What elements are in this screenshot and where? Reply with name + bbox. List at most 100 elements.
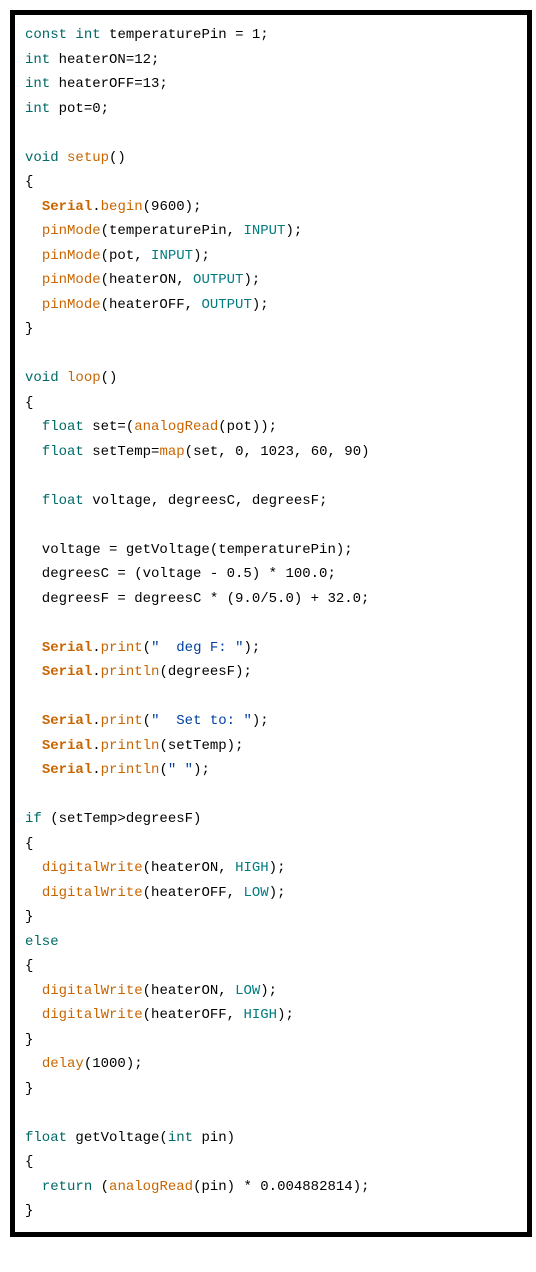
code-token bbox=[25, 248, 42, 264]
code-token: set=( bbox=[84, 419, 134, 435]
code-token: { bbox=[25, 395, 33, 411]
code-line: Serial.println(setTemp); bbox=[25, 734, 517, 759]
code-token: heaterON=12; bbox=[50, 52, 159, 68]
code-token bbox=[25, 640, 42, 656]
code-token: (pot, bbox=[101, 248, 151, 264]
code-line: { bbox=[25, 954, 517, 979]
code-token bbox=[25, 223, 42, 239]
code-token bbox=[59, 150, 67, 166]
code-token: (temperaturePin, bbox=[101, 223, 244, 239]
code-line: } bbox=[25, 1199, 517, 1224]
code-token: pinMode bbox=[42, 272, 101, 288]
code-token: OUTPUT bbox=[201, 297, 251, 313]
code-token: Serial bbox=[42, 199, 92, 215]
code-token: ); bbox=[193, 762, 210, 778]
code-token: map bbox=[159, 444, 184, 460]
code-token: ); bbox=[243, 640, 260, 656]
code-token: pin) bbox=[193, 1130, 235, 1146]
code-token: int bbox=[25, 76, 50, 92]
code-token: pinMode bbox=[42, 248, 101, 264]
code-token: (heaterOFF, bbox=[101, 297, 202, 313]
code-line: int pot=0; bbox=[25, 97, 517, 122]
code-token: (1000); bbox=[84, 1056, 143, 1072]
code-line bbox=[25, 1101, 517, 1126]
code-token bbox=[25, 860, 42, 876]
code-token: (pin) * 0.004882814); bbox=[193, 1179, 369, 1195]
code-token: digitalWrite bbox=[42, 1007, 143, 1023]
code-token: temperaturePin = 1; bbox=[101, 27, 269, 43]
code-token: pinMode bbox=[42, 297, 101, 313]
code-line: } bbox=[25, 905, 517, 930]
code-line: digitalWrite(heaterOFF, LOW); bbox=[25, 881, 517, 906]
code-line: Serial.begin(9600); bbox=[25, 195, 517, 220]
code-token: INPUT bbox=[151, 248, 193, 264]
code-token: . bbox=[92, 199, 100, 215]
code-token: begin bbox=[101, 199, 143, 215]
code-token: LOW bbox=[243, 885, 268, 901]
code-token: analogRead bbox=[109, 1179, 193, 1195]
code-token bbox=[25, 1007, 42, 1023]
code-token: OUTPUT bbox=[193, 272, 243, 288]
code-token: loop bbox=[67, 370, 101, 386]
code-token: Serial bbox=[42, 738, 92, 754]
code-line: const int temperaturePin = 1; bbox=[25, 23, 517, 48]
code-token bbox=[25, 885, 42, 901]
code-token: . bbox=[92, 713, 100, 729]
code-token: else bbox=[25, 934, 59, 950]
code-line: digitalWrite(heaterON, LOW); bbox=[25, 979, 517, 1004]
code-token: println bbox=[101, 664, 160, 680]
code-token: . bbox=[92, 738, 100, 754]
code-token: (setTemp); bbox=[159, 738, 243, 754]
code-token: const bbox=[25, 27, 75, 43]
code-token: pinMode bbox=[42, 223, 101, 239]
code-token: pot=0; bbox=[50, 101, 109, 117]
code-token: delay bbox=[42, 1056, 84, 1072]
code-line: voltage = getVoltage(temperaturePin); bbox=[25, 538, 517, 563]
code-line: } bbox=[25, 317, 517, 342]
code-token: print bbox=[101, 640, 143, 656]
code-token: { bbox=[25, 174, 33, 190]
code-line: Serial.println(" "); bbox=[25, 758, 517, 783]
code-line: digitalWrite(heaterOFF, HIGH); bbox=[25, 1003, 517, 1028]
code-token: (heaterON, bbox=[143, 860, 235, 876]
code-token: int bbox=[25, 52, 50, 68]
code-token: void bbox=[25, 150, 59, 166]
code-token: (heaterON, bbox=[101, 272, 193, 288]
code-token: } bbox=[25, 1032, 33, 1048]
code-token: ( bbox=[143, 713, 151, 729]
code-line: pinMode(heaterON, OUTPUT); bbox=[25, 268, 517, 293]
code-token bbox=[25, 419, 42, 435]
code-token: voltage = getVoltage(temperaturePin); bbox=[25, 542, 353, 558]
code-token: (pot)); bbox=[218, 419, 277, 435]
code-token: void bbox=[25, 370, 59, 386]
code-line: float set=(analogRead(pot)); bbox=[25, 415, 517, 440]
code-token: () bbox=[109, 150, 126, 166]
code-token: HIGH bbox=[235, 860, 269, 876]
code-token: ); bbox=[243, 272, 260, 288]
code-token: ( bbox=[159, 762, 167, 778]
code-line: int heaterON=12; bbox=[25, 48, 517, 73]
code-token: ); bbox=[277, 1007, 294, 1023]
code-line: delay(1000); bbox=[25, 1052, 517, 1077]
code-line: float voltage, degreesC, degreesF; bbox=[25, 489, 517, 514]
code-token: print bbox=[101, 713, 143, 729]
code-token: ( bbox=[143, 640, 151, 656]
code-token: Serial bbox=[42, 762, 92, 778]
code-line: float getVoltage(int pin) bbox=[25, 1126, 517, 1151]
code-token bbox=[25, 444, 42, 460]
code-token: if bbox=[25, 811, 42, 827]
code-token bbox=[25, 762, 42, 778]
code-line: if (setTemp>degreesF) bbox=[25, 807, 517, 832]
code-token: ); bbox=[252, 713, 269, 729]
code-token: Serial bbox=[42, 664, 92, 680]
code-line: { bbox=[25, 170, 517, 195]
code-token: voltage, degreesC, degreesF; bbox=[84, 493, 328, 509]
code-token bbox=[25, 1056, 42, 1072]
code-token: . bbox=[92, 640, 100, 656]
code-line: degreesF = degreesC * (9.0/5.0) + 32.0; bbox=[25, 587, 517, 612]
code-token: float bbox=[42, 419, 84, 435]
code-token bbox=[25, 1179, 42, 1195]
code-token: println bbox=[101, 738, 160, 754]
code-line: degreesC = (voltage - 0.5) * 100.0; bbox=[25, 562, 517, 587]
code-token: ( bbox=[92, 1179, 109, 1195]
